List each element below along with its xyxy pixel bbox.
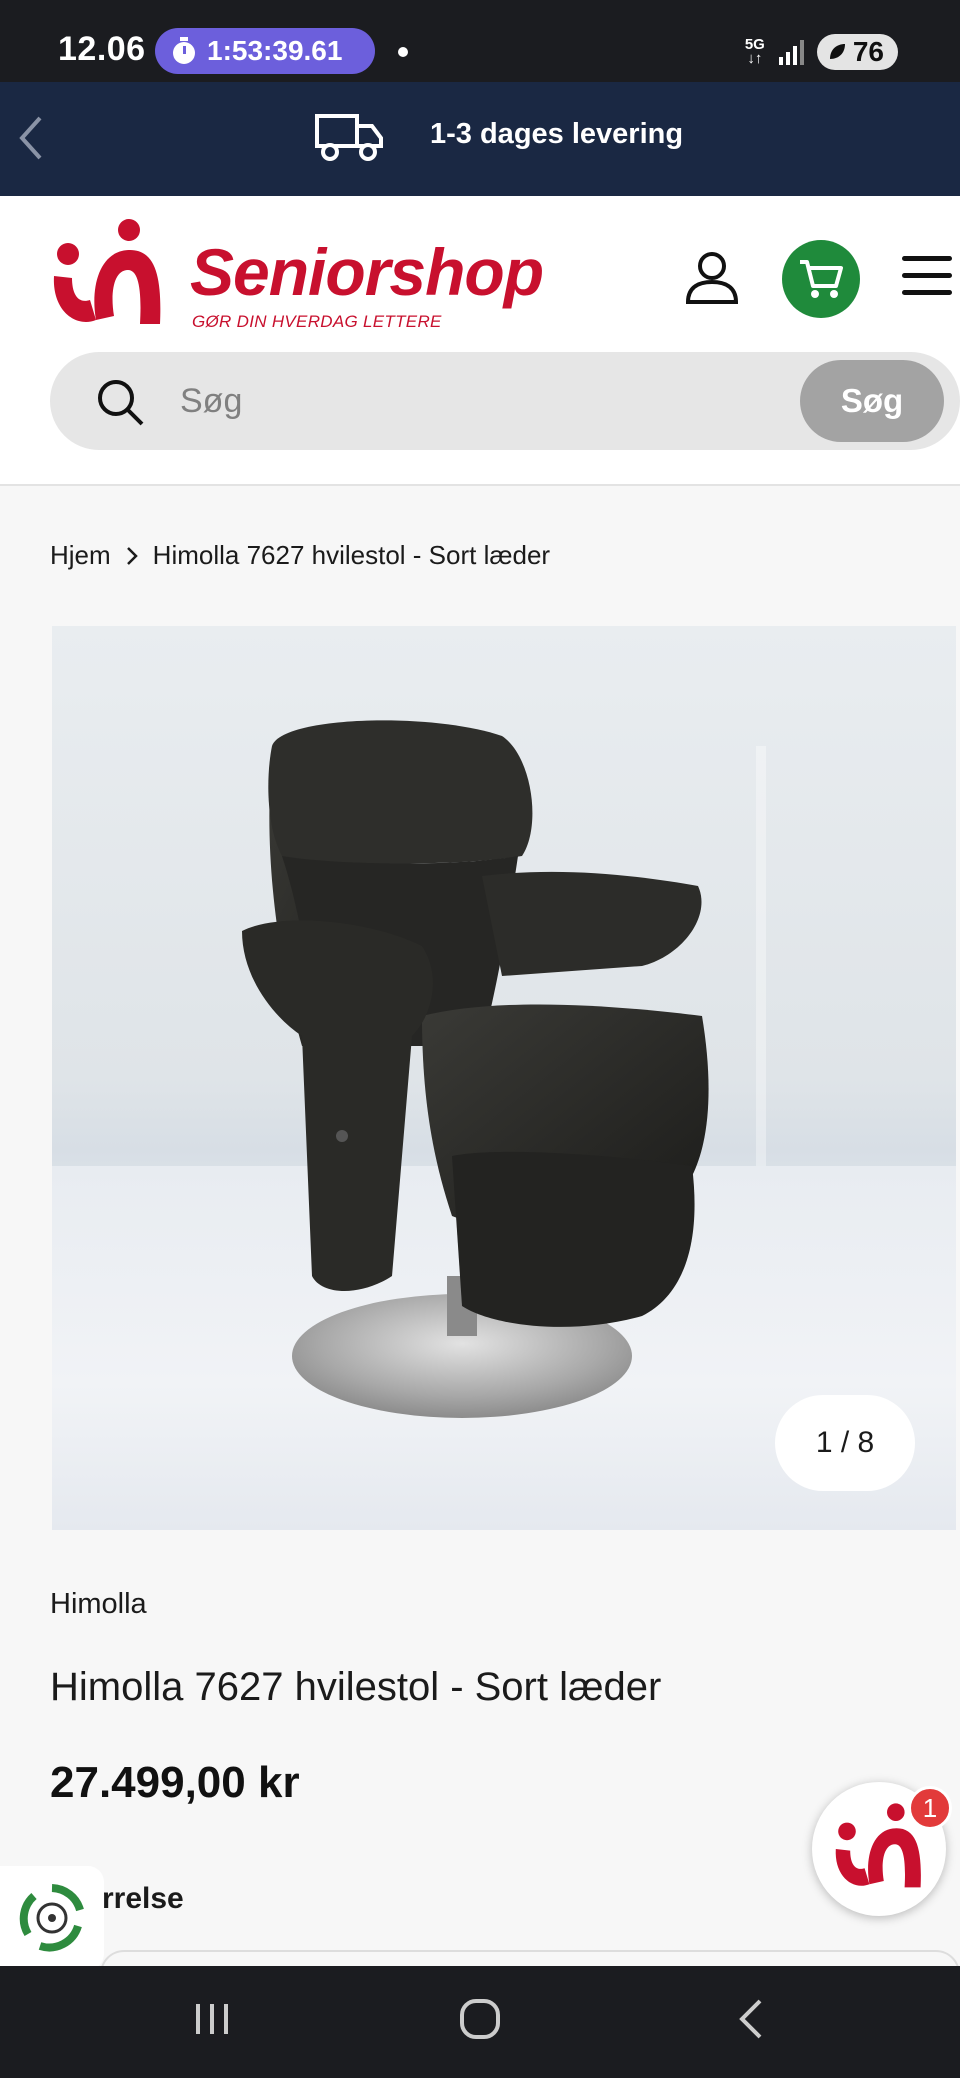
cart-button[interactable]: [782, 240, 860, 318]
site-header: Seniorshop GØR DIN HVERDAG LETTERE Søg: [0, 196, 960, 486]
image-counter: 1 / 8: [775, 1395, 915, 1491]
product-brand[interactable]: Himolla: [50, 1588, 147, 1621]
signal-icon: [778, 40, 804, 65]
timer-value: 1:53:39.61: [207, 35, 343, 66]
chat-widget-button[interactable]: 1: [812, 1782, 952, 1916]
logo-mark-icon: [53, 219, 161, 324]
image-window-light: [756, 746, 916, 1166]
notification-dot: [398, 47, 408, 57]
cart-icon: [800, 260, 843, 298]
logo-wordmark: Seniorshop: [190, 235, 544, 309]
battery-saver-icon: [829, 44, 845, 59]
search-icon: [98, 380, 144, 426]
product-price: 27.499,00 kr: [50, 1758, 300, 1807]
battery-indicator: 76: [816, 34, 898, 70]
search-button[interactable]: Søg: [800, 360, 944, 442]
battery-level: 76: [852, 36, 884, 67]
recliner-chair-image: [242, 720, 709, 1418]
status-icons: 5G ↓↑ 76: [745, 32, 898, 72]
recent-apps-icon[interactable]: [192, 1996, 232, 2042]
menu-button[interactable]: [902, 256, 952, 300]
home-icon[interactable]: [458, 1996, 502, 2042]
breadcrumb: Hjem Himolla 7627 hvilestol - Sort læder: [50, 540, 550, 571]
user-icon: [685, 252, 739, 304]
status-bar: 12.06 1:53:39.61 5G ↓↑ 76: [0, 0, 960, 82]
breadcrumb-home[interactable]: Hjem: [50, 540, 111, 571]
search-input[interactable]: [180, 374, 680, 428]
recycle-badge[interactable]: [0, 1866, 104, 1970]
size-label: rrelse: [102, 1882, 184, 1915]
search-bar: Søg: [50, 352, 960, 450]
seniorshop-logo[interactable]: Seniorshop GØR DIN HVERDAG LETTERE: [48, 216, 588, 336]
truck-icon: [315, 114, 383, 161]
recycle-icon: [19, 1884, 84, 1952]
breadcrumb-current: Himolla 7627 hvilestol - Sort læder: [152, 540, 551, 570]
delivery-banner: 1-3 dages levering: [0, 82, 960, 196]
stopwatch-icon: [173, 37, 195, 64]
logo-tagline: GØR DIN HVERDAG LETTERE: [192, 312, 442, 331]
timer-chip[interactable]: 1:53:39.61: [155, 28, 375, 74]
chat-notification-count: 1: [908, 1786, 952, 1830]
status-time: 12.06: [58, 30, 146, 68]
network-5g-icon: 5G ↓↑: [744, 36, 765, 67]
product-title: Himolla 7627 hvilestol - Sort læder: [50, 1665, 662, 1709]
system-nav-bar: [0, 1966, 960, 2078]
hamburger-icon: [902, 256, 952, 261]
chevron-right-icon: [126, 546, 138, 565]
product-page: 12.06 1:53:39.61 5G ↓↑ 76 1-3 dages lever…: [0, 0, 960, 2078]
back-arrow-icon[interactable]: [16, 110, 46, 166]
back-icon[interactable]: [734, 1996, 766, 2042]
delivery-text: 1-3 dages levering: [430, 118, 684, 150]
account-button[interactable]: [682, 248, 742, 308]
